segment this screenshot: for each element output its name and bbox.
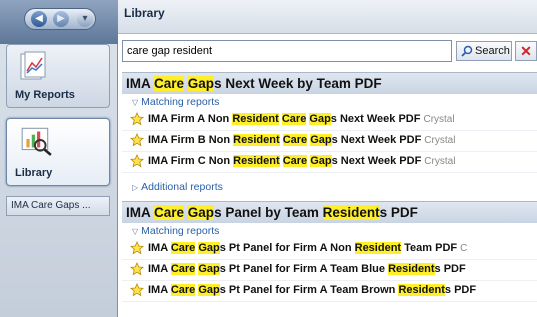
list-item[interactable]: IMA Firm C Non Resident Care Gaps Next W… — [122, 152, 537, 173]
list-item[interactable]: IMA Care Gaps Pt Panel for Firm A Team B… — [122, 281, 537, 302]
nav-item-my-reports[interactable]: My Reports — [6, 44, 110, 108]
search-button-label: Search — [475, 45, 510, 57]
nav-item-library[interactable]: Library — [6, 118, 110, 186]
search-term-highlight: Care — [282, 155, 308, 167]
search-term-highlight: Resident — [322, 205, 380, 220]
star-icon[interactable] — [130, 154, 144, 168]
search-term-highlight: Gap — [187, 76, 215, 91]
nav-toolbar: ◀ ▶ ▾ — [0, 0, 118, 44]
report-name: IMA Care Gaps Pt Panel for Firm A Non Re… — [148, 242, 458, 254]
additional-reports-toggle[interactable]: ▷ Additional reports — [122, 179, 537, 195]
search-icon — [461, 45, 473, 57]
report-type-tag: C — [460, 243, 468, 254]
search-term-highlight: Resident — [233, 134, 280, 146]
matching-reports-toggle[interactable]: ▽ Matching reports — [122, 94, 537, 110]
star-icon[interactable] — [130, 241, 144, 255]
search-term-highlight: Care — [154, 205, 185, 220]
report-name: IMA Firm B Non Resident Care Gaps Next W… — [148, 134, 422, 146]
list-item[interactable]: IMA Firm A Non Resident Care Gaps Next W… — [122, 110, 537, 131]
page-title: Library — [118, 0, 537, 34]
nav-item-label: My Reports — [15, 89, 75, 101]
report-name: IMA Firm A Non Resident Care Gaps Next W… — [148, 113, 421, 125]
search-term-highlight: Resident — [232, 113, 279, 125]
result-group-title[interactable]: IMA Care Gaps Panel by Team Residents PD… — [122, 201, 537, 223]
list-item[interactable]: IMA Firm B Non Resident Care Gaps Next W… — [122, 131, 537, 152]
search-term-highlight: Gap — [187, 205, 215, 220]
back-arrow-icon[interactable]: ◀ — [31, 11, 47, 27]
additional-reports-label: Additional reports — [141, 181, 223, 193]
nav-button-group: ◀ ▶ ▾ — [24, 8, 96, 30]
search-term-highlight: Gap — [310, 155, 332, 167]
search-input[interactable] — [122, 40, 452, 62]
list-item[interactable]: IMA Care Gaps Pt Panel for Firm A Team B… — [122, 260, 537, 281]
matching-reports-label: Matching reports — [141, 96, 220, 108]
search-term-highlight: Resident — [398, 284, 445, 296]
collapse-triangle-icon: ▽ — [132, 98, 139, 107]
star-icon[interactable] — [130, 133, 144, 147]
recent-report-item[interactable]: IMA Care Gaps ... — [6, 196, 110, 216]
nav-item-label: Library — [15, 167, 53, 179]
search-term-highlight: Care — [170, 284, 196, 296]
star-icon[interactable] — [130, 112, 144, 126]
report-type-tag: Crystal — [424, 156, 456, 167]
navigation-pane: ◀ ▶ ▾ My Reports Library IMA Care Gaps .… — [0, 0, 118, 317]
search-term-highlight: Care — [281, 113, 307, 125]
library-icon — [21, 127, 52, 156]
list-item[interactable]: IMA Care Gaps Pt Panel for Firm A Non Re… — [122, 239, 537, 260]
search-bar: Search ✕ — [122, 40, 537, 64]
search-term-highlight: Care — [154, 76, 185, 91]
search-term-highlight: Gap — [310, 134, 332, 146]
result-group-title[interactable]: IMA Care Gaps Next Week by Team PDF — [122, 72, 537, 94]
search-term-highlight: Gap — [198, 284, 220, 296]
matching-reports-toggle[interactable]: ▽ Matching reports — [122, 223, 537, 239]
expand-triangle-icon: ▷ — [132, 183, 139, 192]
reports-icon — [20, 51, 46, 80]
search-term-highlight: Care — [170, 242, 196, 254]
matching-reports-label: Matching reports — [141, 225, 220, 237]
star-icon[interactable] — [130, 283, 144, 297]
search-term-highlight: Resident — [354, 242, 402, 254]
search-term-highlight: Resident — [233, 155, 280, 167]
search-term-highlight: Care — [282, 134, 308, 146]
report-type-tag: Crystal — [424, 135, 456, 146]
chevron-down-icon[interactable]: ▾ — [77, 11, 93, 27]
search-term-highlight: Resident — [388, 263, 435, 275]
star-icon[interactable] — [130, 262, 144, 276]
clear-search-icon[interactable]: ✕ — [515, 41, 537, 61]
report-type-tag: Crystal — [423, 114, 455, 125]
search-term-highlight: Gap — [309, 113, 331, 125]
search-term-highlight: Gap — [198, 263, 220, 275]
search-results: IMA Care Gaps Next Week by Team PDF ▽ Mat… — [122, 72, 537, 317]
search-term-highlight: Gap — [198, 242, 220, 254]
report-name: IMA Care Gaps Pt Panel for Firm A Team B… — [148, 284, 477, 296]
library-panel: Library Search ✕ IMA Care Gaps Next Week… — [118, 0, 537, 317]
report-name: IMA Firm C Non Resident Care Gaps Next W… — [148, 155, 422, 167]
search-button[interactable]: Search — [456, 41, 512, 61]
search-term-highlight: Care — [170, 263, 196, 275]
forward-arrow-icon[interactable]: ▶ — [53, 11, 69, 27]
collapse-triangle-icon: ▽ — [132, 227, 139, 236]
report-name: IMA Care Gaps Pt Panel for Firm A Team B… — [148, 263, 466, 275]
